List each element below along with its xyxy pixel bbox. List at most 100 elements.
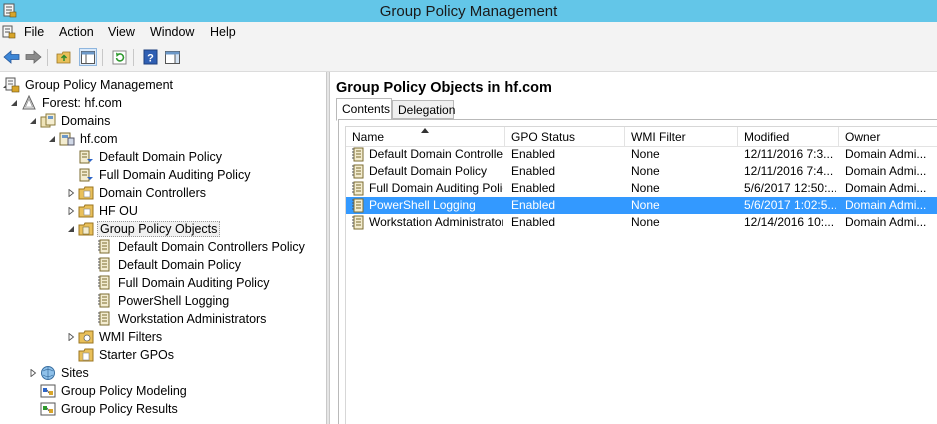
list-row[interactable]: Default Domain Policy Enabled None 12/11/20… xyxy=(346,163,937,180)
tree-node-default-domain-policy[interactable]: Default Domain Policy xyxy=(0,256,326,274)
show-action-pane-button[interactable] xyxy=(163,48,181,66)
cell-modified: 12/11/2016 7:3... xyxy=(744,147,834,161)
cell-owner: Domain Admi... xyxy=(845,198,927,212)
tree-node-forest-hf-com[interactable]: Forest: hf.com xyxy=(0,94,326,112)
gpo-icon xyxy=(352,215,364,230)
system-menu-icon[interactable] xyxy=(2,25,16,39)
list-row[interactable]: Workstation Administrators Enabled None 12/… xyxy=(346,214,937,231)
cell-status: Enabled xyxy=(511,215,556,229)
tab-contents[interactable]: Contents xyxy=(336,98,392,121)
up-one-level-button[interactable] xyxy=(55,48,73,66)
cell-modified: 5/6/2017 12:50:... xyxy=(744,181,836,195)
cell-modified: 5/6/2017 1:02:5... xyxy=(744,198,836,212)
cell-status: Enabled xyxy=(511,181,556,195)
refresh-button[interactable] xyxy=(110,48,128,66)
expand-arrow-collapsed-icon[interactable] xyxy=(29,369,37,377)
tree-node-group-policy-objects[interactable]: Group Policy Objects xyxy=(0,220,326,238)
toolbar-separator xyxy=(47,49,48,66)
tree-node-label: Forest: hf.com xyxy=(42,96,122,110)
console-tree: Group Policy Management Forest: hf.com Dom… xyxy=(0,72,326,424)
cell-name: Default Domain Controller... xyxy=(369,147,503,161)
menu-window[interactable]: Window xyxy=(150,25,194,39)
expand-arrow-collapsed-icon[interactable] xyxy=(67,207,75,215)
tree-node-domains[interactable]: Domains xyxy=(0,112,326,130)
gpo-icon xyxy=(98,275,110,290)
back-button[interactable] xyxy=(2,48,20,66)
tree-node-wmi-filters[interactable]: WMI Filters xyxy=(0,328,326,346)
list-row[interactable]: Default Domain Controller... Enabled None 1… xyxy=(346,146,937,163)
expand-arrow-expanded-icon[interactable] xyxy=(67,225,75,233)
tree-node-label: Full Domain Auditing Policy xyxy=(99,168,251,182)
tree-node-full-domain-auditing-policy[interactable]: Full Domain Auditing Policy xyxy=(0,274,326,292)
starter-folder-icon xyxy=(78,348,94,362)
tree-node-powershell-logging[interactable]: PowerShell Logging xyxy=(0,292,326,310)
column-header-gpo-status[interactable]: GPO Status xyxy=(505,127,625,146)
menu-file[interactable]: File xyxy=(24,25,44,39)
tree-node-label: Default Domain Controllers Policy xyxy=(118,240,305,254)
cell-wmi: None xyxy=(631,164,660,178)
refresh-icon xyxy=(112,50,126,64)
cell-status: Enabled xyxy=(511,147,556,161)
expand-arrow-expanded-icon[interactable] xyxy=(10,99,18,107)
tab-delegation[interactable]: Delegation xyxy=(392,100,455,119)
svg-text:?: ? xyxy=(147,53,154,65)
column-header-name[interactable]: Name xyxy=(346,127,505,146)
tree-node-label: Starter GPOs xyxy=(99,348,175,362)
tree-node-hf-com[interactable]: hf.com xyxy=(0,130,326,148)
tree-node-hf-ou[interactable]: HF OU xyxy=(0,202,326,220)
gpo-icon xyxy=(352,147,364,162)
cell-owner: Domain Admi... xyxy=(845,215,927,229)
tree-node-label: Group Policy Results xyxy=(61,402,178,416)
show-hide-tree-button[interactable] xyxy=(79,48,97,66)
column-label: Name xyxy=(352,130,385,144)
column-header-modified[interactable]: Modified xyxy=(738,127,839,146)
sort-ascending-icon xyxy=(421,128,429,133)
menu-view[interactable]: View xyxy=(108,25,135,39)
tree-node-group-policy-management[interactable]: Group Policy Management xyxy=(0,76,326,94)
cell-wmi: None xyxy=(631,181,660,195)
list-row[interactable]: PowerShell Logging Enabled None 5/6/2017 1:… xyxy=(346,197,937,214)
cell-wmi: None xyxy=(631,198,660,212)
gpo-icon xyxy=(352,181,364,196)
tree-node-domain-controllers[interactable]: Domain Controllers xyxy=(0,184,326,202)
help-button[interactable]: ? xyxy=(141,48,159,66)
cell-name: PowerShell Logging xyxy=(369,198,476,212)
ou-folder-icon xyxy=(78,204,94,218)
cell-status: Enabled xyxy=(511,198,556,212)
tree-node-default-domain-policy[interactable]: Default Domain Policy xyxy=(0,148,326,166)
expand-arrow-collapsed-icon[interactable] xyxy=(67,333,75,341)
gpo-link-icon xyxy=(79,150,93,164)
gpo-icon xyxy=(352,198,364,213)
expand-arrow-expanded-icon[interactable] xyxy=(29,117,37,125)
tree-node-label: Sites xyxy=(61,366,89,380)
menu-action[interactable]: Action xyxy=(59,25,94,39)
tree-node-group-policy-modeling[interactable]: Group Policy Modeling xyxy=(0,382,326,400)
tree-node-starter-gpos[interactable]: Starter GPOs xyxy=(0,346,326,364)
menu-help[interactable]: Help xyxy=(210,25,236,39)
toolbar-separator xyxy=(102,49,103,66)
expand-arrow-collapsed-icon[interactable] xyxy=(67,189,75,197)
tree-node-label: Group Policy Objects xyxy=(97,221,221,237)
column-header-owner[interactable]: Owner xyxy=(839,127,937,146)
cell-name: Workstation Administrators xyxy=(369,215,503,229)
forward-button[interactable] xyxy=(24,48,42,66)
gpo-icon xyxy=(352,164,364,179)
show-action-pane-icon xyxy=(164,50,180,64)
ou-folder-icon xyxy=(78,186,94,200)
cell-owner: Domain Admi... xyxy=(845,147,927,161)
list-row[interactable]: Full Domain Auditing Policy Enabled None 5/… xyxy=(346,180,937,197)
show-hide-tree-icon xyxy=(81,50,95,64)
column-header-wmi-filter[interactable]: WMI Filter xyxy=(625,127,738,146)
tree-node-default-domain-controllers-policy[interactable]: Default Domain Controllers Policy xyxy=(0,238,326,256)
results-icon xyxy=(40,402,56,416)
tree-node-workstation-administrators[interactable]: Workstation Administrators xyxy=(0,310,326,328)
domains-icon xyxy=(40,113,56,128)
tree-node-sites[interactable]: Sites xyxy=(0,364,326,382)
forward-icon xyxy=(25,50,42,64)
tree-node-label: Group Policy Modeling xyxy=(61,384,187,398)
tree-node-full-domain-auditing-policy[interactable]: Full Domain Auditing Policy xyxy=(0,166,326,184)
gpo-list[interactable]: Name GPO Status WMI Filter Modified Owne… xyxy=(345,126,937,424)
tree-node-group-policy-results[interactable]: Group Policy Results xyxy=(0,400,326,418)
tree-node-label: WMI Filters xyxy=(99,330,163,344)
expand-arrow-expanded-icon[interactable] xyxy=(48,135,56,143)
